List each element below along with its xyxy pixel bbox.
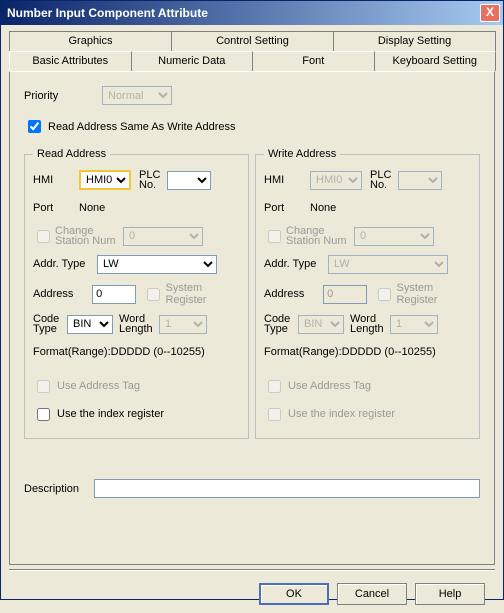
read-address-legend: Read Address [33,148,110,160]
title-bar: Number Input Component Attribute X [1,1,503,25]
port-label: Port [264,202,310,214]
tab-label: Keyboard Setting [393,55,477,67]
use-addr-tag-label: Use Address Tag [288,380,371,392]
content-area: Graphics Control Setting Display Setting… [1,25,503,613]
change-station-label: Change Station Num [55,226,123,246]
write-addr-type-select: LW [328,255,448,274]
read-word-length-select: 1 [159,315,207,334]
code-type-label: Code Type [264,314,298,334]
write-code-type-select: BIN [298,315,344,334]
system-register-label: System Register [165,282,240,306]
read-port-value: None [79,202,105,214]
write-address-group: Write Address HMI HMI0 PLC No. Port [255,148,480,439]
tab-label: Basic Attributes [32,55,108,67]
separator [9,569,495,571]
read-code-type-select[interactable]: BIN [67,315,113,334]
tab-label: Numeric Data [158,55,225,67]
system-register-label: System Register [396,282,471,306]
tab-control-setting[interactable]: Control Setting [171,31,334,51]
write-change-station-select: 0 [354,227,434,246]
tab-label: Graphics [68,35,112,47]
address-columns: Read Address HMI HMI0 PLC No. Port [24,148,480,439]
window-title: Number Input Component Attribute [7,6,208,20]
close-button[interactable]: X [480,4,500,22]
same-address-checkbox[interactable] [28,120,41,133]
word-length-label: Word Length [350,314,390,334]
read-plc-no-select[interactable] [167,171,211,190]
dialog-button-row: OK Cancel Help [9,577,495,605]
write-address-legend: Write Address [264,148,340,160]
addr-type-label: Addr. Type [264,258,328,270]
priority-label: Priority [24,90,102,102]
read-system-register-checkbox [147,288,160,301]
dialog-window: Number Input Component Attribute X Graph… [0,0,504,600]
read-addr-type-select[interactable]: LW [97,255,217,274]
read-use-index-register-checkbox[interactable] [37,408,50,421]
tab-display-setting[interactable]: Display Setting [333,31,496,51]
write-format-label: Format(Range):DDDDD (0--10255) [264,346,436,358]
read-change-station-select: 0 [123,227,203,246]
code-type-label: Code Type [33,314,67,334]
help-button[interactable]: Help [415,583,485,605]
priority-row: Priority Normal [24,86,480,105]
ok-label: OK [286,588,302,600]
plc-no-label: PLC No. [370,170,398,190]
tab-row-1: Graphics Control Setting Display Setting [9,31,495,51]
address-label: Address [33,288,92,300]
tab-graphics[interactable]: Graphics [9,31,172,51]
write-hmi-select: HMI0 [310,171,362,190]
hmi-label: HMI [33,174,79,186]
read-change-station-checkbox [37,230,50,243]
description-label: Description [24,483,94,495]
use-addr-tag-label: Use Address Tag [57,380,140,392]
tab-row-2: Basic Attributes Numeric Data Font Keybo… [9,51,495,71]
write-use-addr-tag-checkbox [268,380,281,393]
change-station-label: Change Station Num [286,226,354,246]
tab-font[interactable]: Font [252,51,375,71]
read-address-input[interactable] [92,285,136,304]
cancel-label: Cancel [355,588,389,600]
ok-button[interactable]: OK [259,583,329,605]
write-change-station-checkbox [268,230,281,243]
read-address-group: Read Address HMI HMI0 PLC No. Port [24,148,249,439]
same-address-label: Read Address Same As Write Address [48,121,236,133]
tab-panel-basic-attributes: Priority Normal Read Address Same As Wri… [9,71,495,565]
description-input[interactable] [94,479,480,498]
read-format-label: Format(Range):DDDDD (0--10255) [33,346,205,358]
port-label: Port [33,202,79,214]
read-hmi-select[interactable]: HMI0 [79,170,131,190]
write-port-value: None [310,202,336,214]
write-address-input [323,285,367,304]
write-system-register-checkbox [378,288,391,301]
same-address-row: Read Address Same As Write Address [24,117,480,136]
priority-select: Normal [102,86,172,105]
tab-keyboard-setting[interactable]: Keyboard Setting [374,51,497,71]
write-word-length-select: 1 [390,315,438,334]
plc-no-label: PLC No. [139,170,167,190]
help-label: Help [439,588,462,600]
use-index-register-label: Use the index register [57,408,164,420]
cancel-button[interactable]: Cancel [337,583,407,605]
tab-label: Display Setting [378,35,451,47]
tab-label: Control Setting [216,35,289,47]
tab-numeric-data[interactable]: Numeric Data [131,51,254,71]
address-label: Address [264,288,323,300]
tab-label: Font [302,55,324,67]
close-icon: X [486,5,494,19]
tab-basic-attributes[interactable]: Basic Attributes [9,51,132,71]
addr-type-label: Addr. Type [33,258,97,270]
description-row: Description [24,479,480,498]
write-plc-no-select [398,171,442,190]
word-length-label: Word Length [119,314,159,334]
use-index-register-label: Use the index register [288,408,395,420]
read-use-addr-tag-checkbox [37,380,50,393]
hmi-label: HMI [264,174,310,186]
write-use-index-register-checkbox [268,408,281,421]
